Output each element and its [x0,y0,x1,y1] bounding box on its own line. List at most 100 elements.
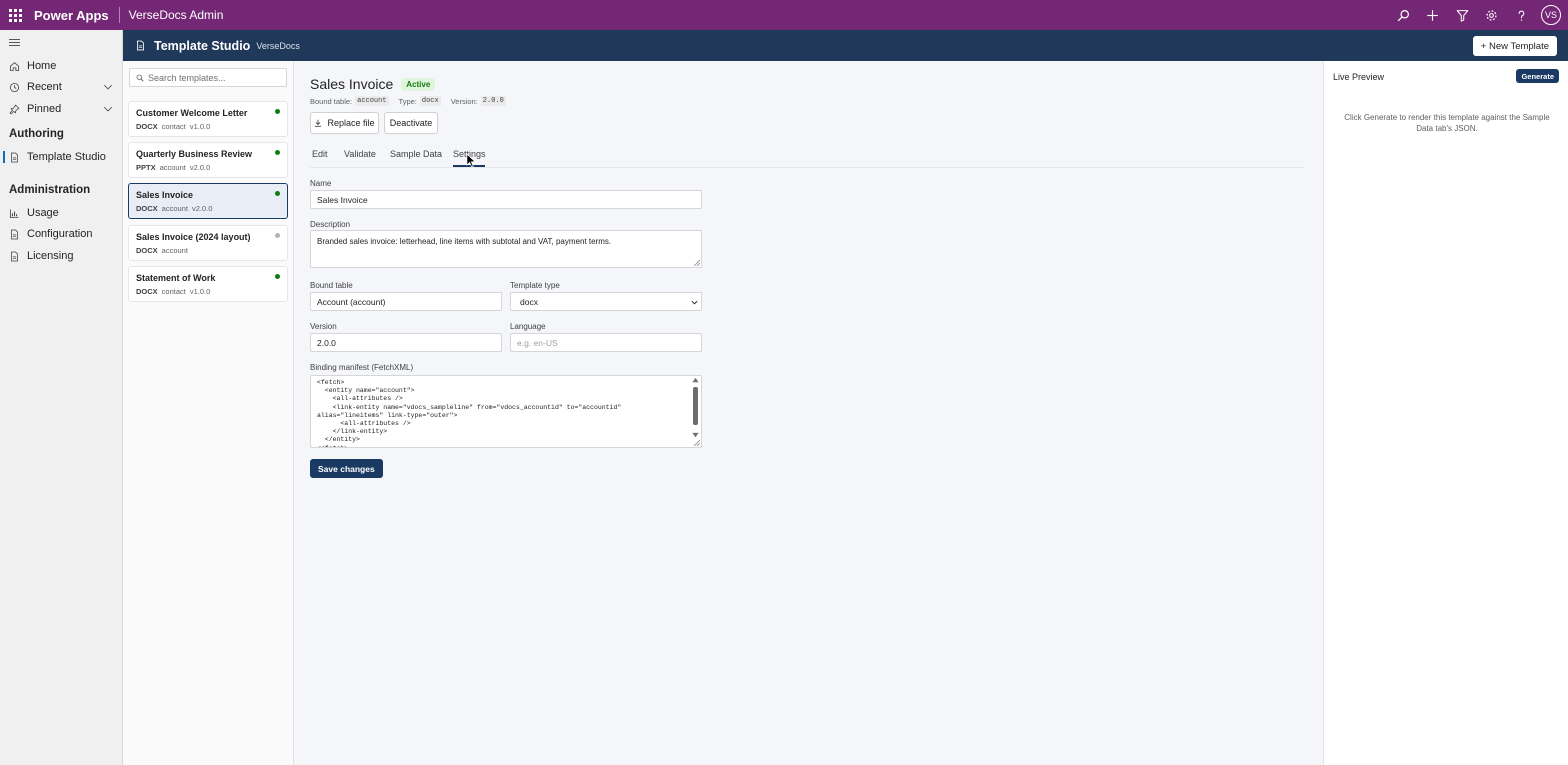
nav-item-home[interactable]: Home [0,56,122,76]
template-meta: PPTX account v2.0.0 [136,163,280,172]
manifest-label: Binding manifest (FetchXML) [310,363,414,372]
nav-item-label: Recent [27,81,62,93]
brand-name[interactable]: Power Apps [30,8,119,23]
studio-header: Template Studio VerseDocs + New Template [123,30,1568,61]
editor-tabs: Edit Validate Sample Data Settings [310,149,486,167]
new-template-button[interactable]: + New Template [1472,36,1557,56]
manifest-code: <fetch> <entity name="account"> <all-att… [317,379,622,447]
description-value: Branded sales invoice: letterhead, line … [317,237,612,246]
file-type: DOCX [136,122,158,131]
pin-icon [9,104,20,114]
file-type: DOCX [136,204,158,213]
template-list-panel: Customer Welcome Letter DOCXcontactv1.0.… [123,61,294,765]
search-input[interactable] [148,72,278,83]
template-card[interactable]: Sales Invoice (2024 layout) DOCX account [128,225,288,261]
chevron-down-icon[interactable] [103,104,113,114]
version-field[interactable]: 2.0.0 [310,333,502,352]
new-button[interactable] [1418,0,1448,30]
file-type: DOCX [136,287,158,296]
tab-sample-data[interactable]: Sample Data [390,149,453,167]
template-card[interactable]: Statement of Work DOCX contact v1.0.0 [128,266,288,302]
description-field[interactable]: Branded sales invoice: letterhead, line … [310,230,702,268]
nav-item-licensing[interactable]: Licensing [0,246,122,266]
template-name: Sales Invoice [136,190,194,200]
save-changes-button[interactable]: Save changes [310,459,383,478]
template-search[interactable] [129,68,287,87]
manifest-editor[interactable]: <fetch> <entity name="account"> <all-att… [310,375,702,448]
preview-title: Live Preview [1333,72,1385,82]
search-button[interactable] [1389,0,1419,30]
language-label: Language [510,322,546,331]
version-value: 2.0.0 [480,96,506,106]
name-field[interactable]: Sales Invoice [310,190,702,209]
template-type-value: docx [520,296,538,307]
status-dot [275,150,280,155]
version-label: Version: [450,96,478,106]
template-type-label: Template type [510,281,560,290]
tab-validate[interactable]: Validate [344,149,390,167]
name-label: Name [310,179,332,188]
version-field-label: Version [310,322,337,331]
nav-item-recent[interactable]: Recent [0,77,122,97]
chevron-down-icon [691,300,698,305]
filter-icon [1456,9,1469,22]
template-card[interactable]: Customer Welcome Letter DOCX contact v1.0.… [128,101,288,137]
template-title: Sales Invoice [310,76,394,92]
template-name: Sales Invoice (2024 layout) [136,232,251,242]
deactivate-button[interactable]: Deactivate [384,112,438,134]
app-launcher-button[interactable] [0,0,30,30]
template-card-selected[interactable]: Sales Invoice DOCX account v2.0.0 [128,183,288,219]
nav-item-configuration[interactable]: Configuration [0,224,122,244]
template-version: v2.0.0 [189,163,211,172]
bound-table-field[interactable]: Account (account) [310,292,502,311]
search-icon [136,74,144,82]
nav-section-administration: Administration [9,184,91,196]
header-divider [118,7,120,23]
status-dot [275,109,280,114]
environment-name[interactable]: VerseDocs Admin [129,8,224,22]
filter-button[interactable] [1448,0,1478,30]
resize-handle-icon[interactable] [694,440,700,446]
template-version: v2.0.0 [191,204,213,213]
bound-table: account [161,204,188,213]
type-label: Type: [398,96,417,106]
nav-item-pinned[interactable]: Pinned [0,99,122,119]
generate-button[interactable]: Generate [1516,69,1559,83]
resize-handle-icon[interactable] [694,260,700,266]
template-name: Customer Welcome Letter [136,108,248,118]
nav-item-label: Home [27,60,57,72]
replace-file-button[interactable]: Replace file [310,112,379,134]
hamburger-icon[interactable] [9,39,20,48]
help-button[interactable] [1507,0,1537,30]
description-label: Description [310,220,351,229]
chart-icon [9,208,19,218]
document-icon [136,40,145,51]
app-header: Power Apps VerseDocs Admin VS [0,0,1568,30]
status-dot [275,191,280,196]
template-card[interactable]: Quarterly Business Review PPTX account v2.… [128,142,288,178]
document-icon [11,251,18,261]
left-navigation: Home Recent Pinned Authoring Template St… [0,30,123,765]
type-value: docx [419,96,441,106]
bound-table: contact [161,122,186,131]
template-version: v1.0.0 [189,122,211,131]
studio-title: Template Studio [154,38,251,53]
nav-item-label: Licensing [27,250,74,262]
template-type-select[interactable]: docx [510,292,702,311]
nav-item-usage[interactable]: Usage [0,203,122,223]
document-icon [11,152,18,162]
settings-button[interactable] [1477,0,1507,30]
nav-item-template-studio[interactable]: Template Studio [0,147,122,167]
language-field[interactable]: e.g. en-US [510,333,702,352]
user-avatar[interactable]: VS [1541,5,1561,25]
scrollbar-thumb[interactable] [693,387,698,425]
manifest-scrollbar[interactable] [691,377,700,447]
scroll-up-icon[interactable] [692,377,699,383]
clock-icon [9,82,20,92]
help-icon [1518,10,1525,21]
tab-edit[interactable]: Edit [310,149,344,167]
bound-table: account [159,163,186,172]
download-icon [315,119,322,127]
chevron-down-icon[interactable] [103,82,113,92]
scroll-down-icon[interactable] [692,432,699,438]
